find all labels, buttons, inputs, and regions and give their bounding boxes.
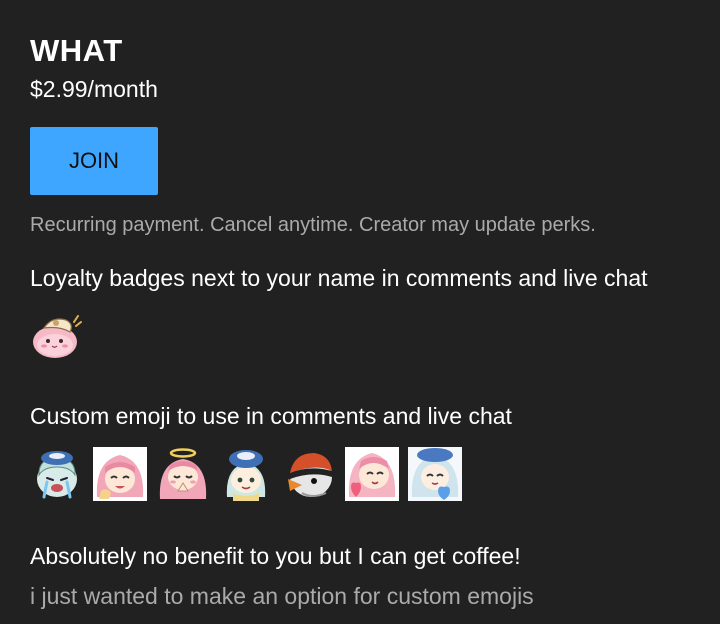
perk-custom-emoji-title: Custom emoji to use in comments and live…: [30, 403, 512, 429]
crying-girl-emoji-icon: [37, 451, 77, 499]
pink-blob-badge-icon: [33, 315, 82, 358]
blue-heart-girl-emoji-icon: [408, 447, 462, 501]
recurring-payment-note: Recurring payment. Cancel anytime. Creat…: [30, 214, 596, 236]
helmet-bird-emoji-icon: [288, 453, 332, 497]
perk-coffee-description: i just wanted to make an option for cust…: [30, 583, 534, 609]
tier-name: WHAT: [30, 33, 123, 68]
blue-hat-girl-emoji-icon: [226, 450, 266, 501]
pink-hair-girl-emoji-icon: [93, 447, 147, 501]
custom-emoji-row: [30, 447, 462, 501]
tier-price: $2.99/month: [30, 76, 158, 102]
join-button[interactable]: JOIN: [30, 127, 158, 195]
perk-loyalty-badges-title: Loyalty badges next to your name in comm…: [30, 265, 648, 291]
halo-girl-emoji-icon: [159, 448, 207, 499]
perk-coffee-title: Absolutely no benefit to you but I can g…: [30, 543, 521, 569]
membership-tier-panel: WHAT $2.99/month JOIN Recurring payment.…: [0, 0, 720, 624]
heart-girl-emoji-icon: [345, 447, 399, 501]
